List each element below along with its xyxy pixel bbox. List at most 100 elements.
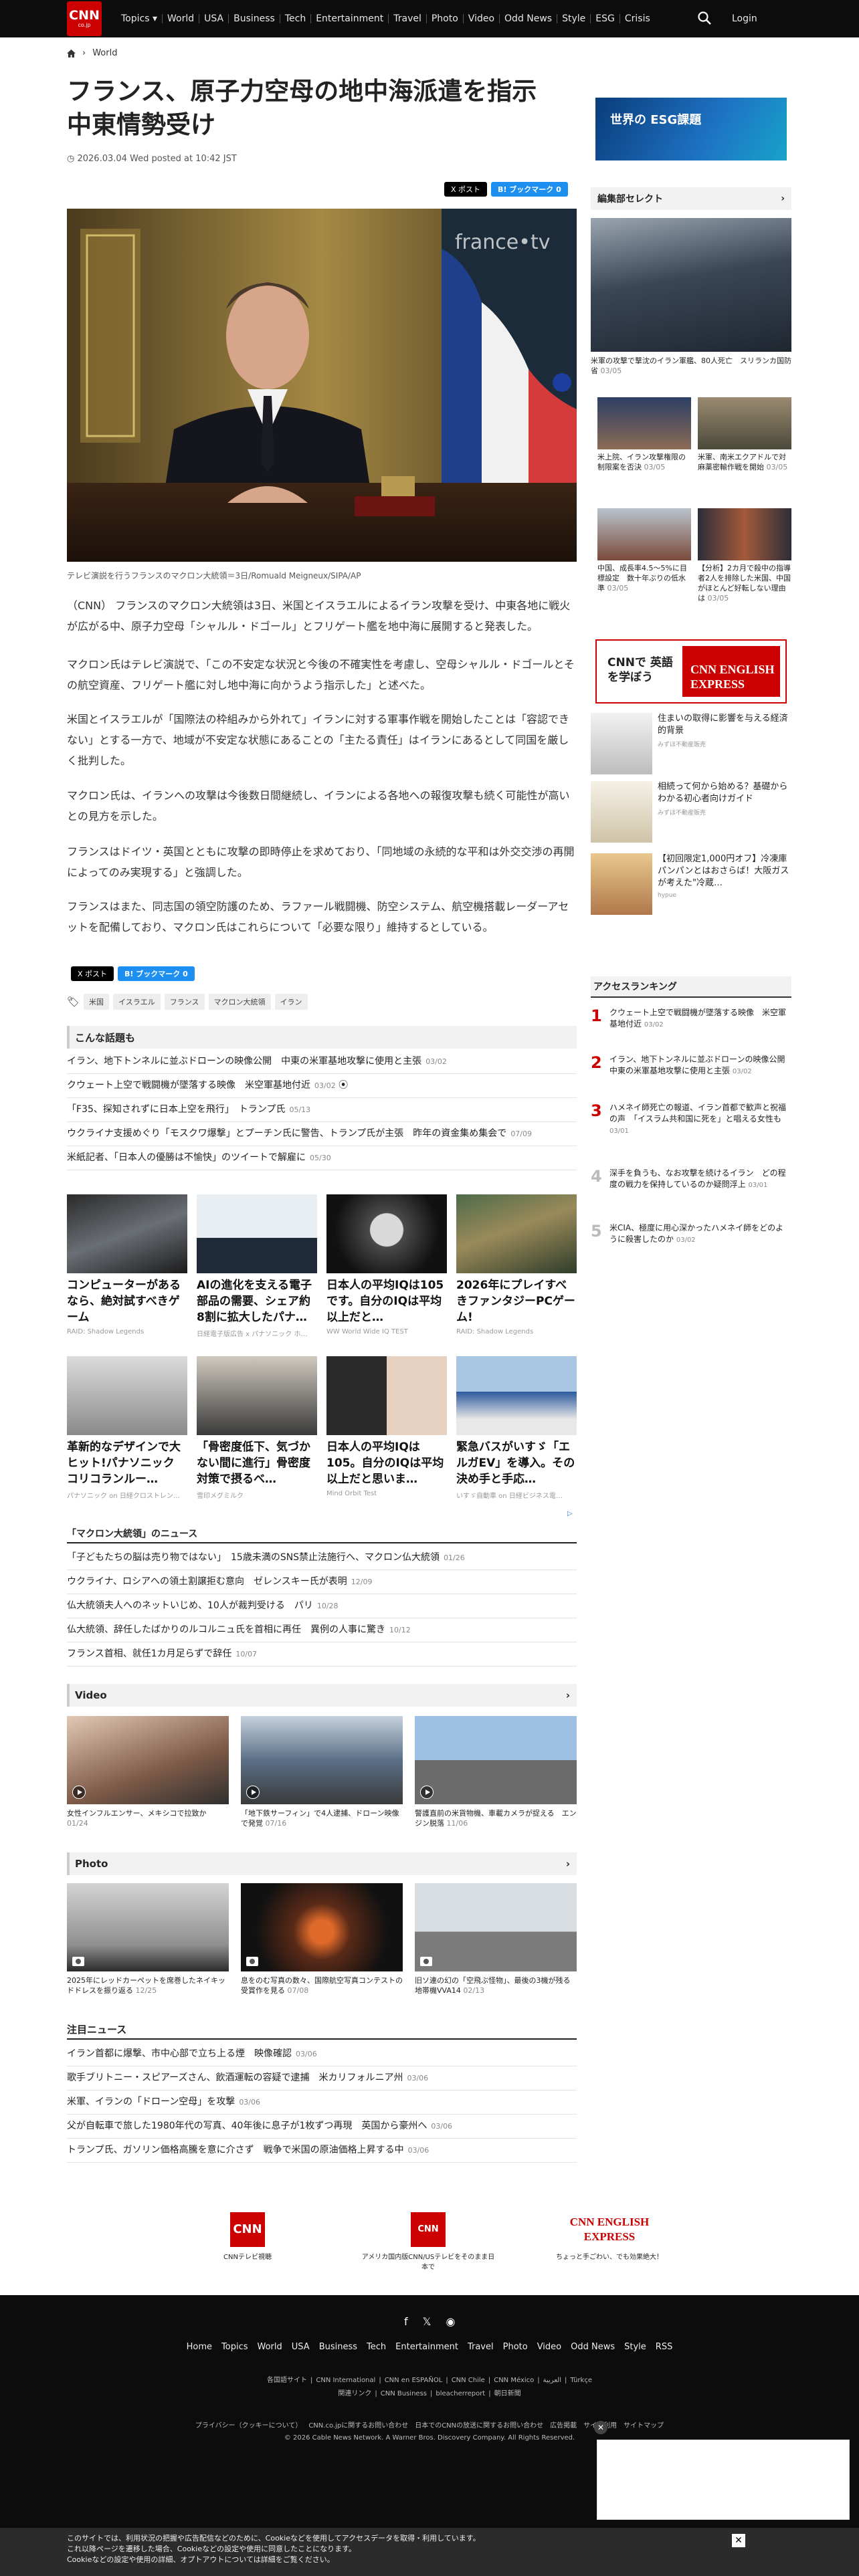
footer-link[interactable]: USA	[292, 2342, 310, 2352]
list-item[interactable]: 仏大統領夫人へのネットいじめ、10人が裁判受ける パリ 10/28	[67, 1594, 577, 1618]
sponsored-item[interactable]: 【初回限定1,000円オフ】冷凍庫パンパンとはおさらば！大阪ガスが考えた"冷蔵……	[591, 853, 791, 915]
list-item[interactable]: 米軍、イランの「ドローン空母」を攻撃 03/06	[67, 2090, 577, 2115]
nav-style[interactable]: Style	[557, 14, 591, 23]
esg-banner[interactable]: 世界の ESG課題	[595, 98, 787, 160]
footer-link[interactable]: Home	[187, 2342, 212, 2352]
video-card[interactable]: 女性インフルエンサー、メキシコで拉致か 01/24	[67, 1716, 229, 1828]
footer-link[interactable]: World	[258, 2342, 282, 2352]
ad-card[interactable]: 革新的なデザインで大ヒット!パナソニック コリコランルー… パナソニック on 日…	[67, 1356, 187, 1500]
home-icon[interactable]	[67, 49, 76, 58]
hatena-bookmark-button[interactable]: B! ブックマーク 0	[491, 182, 568, 197]
photo-card[interactable]: 旧ソ連の幻の「空飛ぶ怪物」、最後の3機が残る地帯機VVA14 02/13	[415, 1883, 577, 1996]
list-item[interactable]: トランプ氏、ガソリン価格高騰を意に介さず 戦争で米国の原油価格上昇する中 03/0…	[67, 2139, 577, 2163]
photo-heading[interactable]: Photo ›	[67, 1852, 577, 1875]
nav-tech[interactable]: Tech	[280, 14, 312, 23]
footer-link[interactable]: 各国語サイト	[267, 2377, 307, 2384]
floating-ad[interactable]	[597, 2440, 850, 2520]
tag-item[interactable]: マクロン大統領	[208, 994, 271, 1010]
footer-link[interactable]: bleacherreport	[436, 2390, 485, 2397]
footer-link[interactable]: CNN México	[494, 2377, 534, 2384]
english-banner[interactable]: CNNで 英語を学ぼう CNN ENGLISH EXPRESS	[595, 639, 787, 704]
footer-link[interactable]: 朝日新聞	[494, 2390, 521, 2397]
tag-item[interactable]: フランス	[164, 994, 205, 1010]
ad-card[interactable]: 2026年にプレイすべきファンタジーPCゲーム! RAID: Shadow Leg…	[456, 1194, 577, 1335]
promo-english-express[interactable]: CNN ENGLISH EXPRESS ちょっと手ごわい、でも効果絶大！	[553, 2212, 666, 2261]
footer-link[interactable]: CNN.co.jpに関するお問い合わせ	[308, 2422, 408, 2430]
featured-card[interactable]: 米軍の攻撃で撃沈のイラン軍艦、80人死亡 スリランカ国防省 03/05	[591, 218, 791, 376]
list-item[interactable]: 仏大統領、辞任したばかりのルコルニュ氏を首相に再任 異例の人事に驚き 10/12	[67, 1618, 577, 1642]
footer-link[interactable]: 関連リンク	[338, 2390, 371, 2397]
video-card[interactable]: 警護直前の米貨物機、車載カメラが捉える エンジン脱落 11/06	[415, 1716, 577, 1828]
rss-icon[interactable]: ◉	[446, 2315, 456, 2328]
footer-link[interactable]: Photo	[503, 2342, 528, 2352]
footer-link[interactable]: العربية	[543, 2377, 561, 2384]
promo-cnn-us[interactable]: CNN US アメリカ国内版CNN/USテレビをそのまま日本で	[361, 2212, 495, 2271]
footer-link[interactable]: Travel	[468, 2342, 494, 2352]
tag-item[interactable]: イスラエル	[113, 994, 161, 1010]
footer-link[interactable]: 日本でのCNNの放送に関するお問い合わせ	[415, 2422, 543, 2430]
footer-link[interactable]: CNN International	[316, 2377, 375, 2384]
list-item[interactable]: 「子どもたちの脳は売り物ではない」 15歳未満のSNS禁止法施行へ、マクロン仏大…	[67, 1546, 577, 1570]
list-item[interactable]: 「F35、探知されずに日本上空を飛行」 トランプ氏 05/13	[67, 1098, 577, 1122]
ad-card[interactable]: 日本人の平均IQは105です。自分のIQは平均以上だと… WW World Wid…	[326, 1194, 447, 1335]
list-item[interactable]: 父が自転車で旅した1980年代の写真、40年後に息子が1枚ずつ再現 英国から豪州…	[67, 2115, 577, 2139]
nav-topics[interactable]: Topics ▾	[116, 14, 163, 23]
nav-business[interactable]: Business	[229, 14, 280, 23]
footer-link[interactable]: プライバシー（クッキーについて）	[195, 2422, 302, 2430]
sponsored-item[interactable]: 住まいの取得に影響を与える経済的背景 みずほ不動産販売	[591, 713, 791, 774]
nav-photo[interactable]: Photo	[427, 14, 464, 23]
ad-card[interactable]: コンピューターがあるなら、絶対試すべきゲーム RAID: Shadow Legen…	[67, 1194, 187, 1335]
thumb-card[interactable]: 【分析】2カ月で殺中の指導者2人を排除した米国、中国がほとんど好転しない理由は …	[698, 508, 791, 603]
ranking-item[interactable]: 5 米CIA、極度に用心深かったハメネイ師をどのように殺害したのか 03/02	[591, 1222, 791, 1246]
footer-link[interactable]: Topics	[221, 2342, 248, 2352]
x-post-button[interactable]: X ポスト	[71, 966, 114, 981]
ranking-item[interactable]: 4 深手を負うも、なお攻撃を続けるイラン どの程度の戦力を保持しているのか疑問浮上…	[591, 1168, 791, 1191]
thumb-card[interactable]: 中国、成長率4.5～5%に目標設定 数十年ぶりの低水準 03/05	[597, 508, 691, 593]
footer-link[interactable]: Entertainment	[395, 2342, 458, 2352]
nav-esg[interactable]: ESG	[591, 14, 620, 23]
footer-link[interactable]: Business	[319, 2342, 357, 2352]
list-item[interactable]: ウクライナ支援めぐり「モスクワ爆撃」とプーチン氏に警告、トランプ氏が主張 昨年の…	[67, 1122, 577, 1146]
nav-entertainment[interactable]: Entertainment	[311, 14, 389, 23]
footer-link[interactable]: CNN Business	[381, 2390, 427, 2397]
ranking-item[interactable]: 1 クウェート上空で戦闘機が墜落する映像 米空軍基地付近 03/02	[591, 1007, 791, 1031]
x-post-button[interactable]: X ポスト	[444, 182, 488, 197]
list-item[interactable]: イラン、地下トンネルに並ぶドローンの映像公開 中東の米軍基地攻撃に使用と主張 03…	[67, 1050, 577, 1074]
sponsored-item[interactable]: 相続って何から始める？基礎からわかる初心者向けガイド みずほ不動産販売	[591, 781, 791, 843]
footer-link[interactable]: CNN en ESPAÑOL	[385, 2377, 443, 2384]
promo-cnn-tv[interactable]: CNN CNNテレビ視聴	[201, 2212, 294, 2261]
nav-video[interactable]: Video	[464, 14, 500, 23]
thumb-card[interactable]: 米軍、南米エクアドルで対麻薬密輸作戦を開始 03/05	[698, 397, 791, 472]
facebook-icon[interactable]: f	[404, 2315, 408, 2328]
nav-odd-news[interactable]: Odd News	[500, 14, 558, 23]
thumb-card[interactable]: 米上院、イラン攻撃権限の制限案を否決 03/05	[597, 397, 691, 472]
search-icon[interactable]	[697, 11, 712, 25]
list-item[interactable]: 歌手ブリトニー・スピアーズさん、飲酒運転の容疑で逮捕 米カリフォルニア州 03/0…	[67, 2066, 577, 2090]
nav-usa[interactable]: USA	[199, 14, 229, 23]
tag-item[interactable]: イラン	[274, 994, 308, 1010]
footer-link[interactable]: Tech	[367, 2342, 386, 2352]
ad-card[interactable]: AIの進化を支える電子部品の需要、シェア約8割に拡大したパナ… 日経電子版広告 x…	[197, 1194, 317, 1338]
list-item[interactable]: イラン首都に爆撃、市中心部で立ち上る煙 映像確認 03/06	[67, 2042, 577, 2066]
editor-select-heading[interactable]: 編集部セレクト ›	[591, 187, 791, 210]
footer-link[interactable]: RSS	[656, 2342, 673, 2352]
video-card[interactable]: 「地下鉄サーフィン」で4人逮捕、ドローン映像で発覚 07/16	[241, 1716, 403, 1828]
list-item[interactable]: ウクライナ、ロシアへの領土割譲拒む意向 ゼレンスキー氏が表明 12/09	[67, 1570, 577, 1594]
footer-link[interactable]: 広告掲載	[550, 2422, 577, 2430]
footer-link[interactable]: Odd News	[571, 2342, 615, 2352]
list-item[interactable]: 米紙記者、「日本人の優勝は不愉快」のツイートで解雇に 05/30	[67, 1146, 577, 1170]
breadcrumb-world[interactable]: World	[92, 48, 117, 58]
hatena-bookmark-button[interactable]: B! ブックマーク 0	[118, 966, 195, 981]
ad-card[interactable]: 日本人の平均IQは105。自分のIQは平均以上だと思いま… Mind Orbit …	[326, 1356, 447, 1497]
video-heading[interactable]: Video ›	[67, 1684, 577, 1707]
footer-link[interactable]: Style	[624, 2342, 646, 2352]
list-item[interactable]: フランス首相、就任1カ月足らずで辞任 10/07	[67, 1642, 577, 1667]
list-item[interactable]: クウェート上空で戦闘機が墜落する映像 米空軍基地付近 03/02 ⦿	[67, 1074, 577, 1098]
ranking-item[interactable]: 2 イラン、地下トンネルに並ぶドローンの映像公開 中東の米軍基地攻撃に使用と主張 …	[591, 1054, 793, 1077]
ad-card[interactable]: 「骨密度低下、気づかない間に進行」骨密度対策で摂るべ… 雪印メグミルク	[197, 1356, 317, 1500]
photo-card[interactable]: 2025年にレッドカーペットを席巻したネイキッドドレスを振り返る 12/25	[67, 1883, 229, 1996]
tag-item[interactable]: 米国	[84, 994, 110, 1010]
nav-crisis[interactable]: Crisis	[620, 14, 655, 23]
footer-link[interactable]: Video	[537, 2342, 561, 2352]
ad-card[interactable]: 緊急バスがいすゞ「エルガEV」を導入。その決め手と手応… いすゞ自動車 on 日経…	[456, 1356, 577, 1500]
